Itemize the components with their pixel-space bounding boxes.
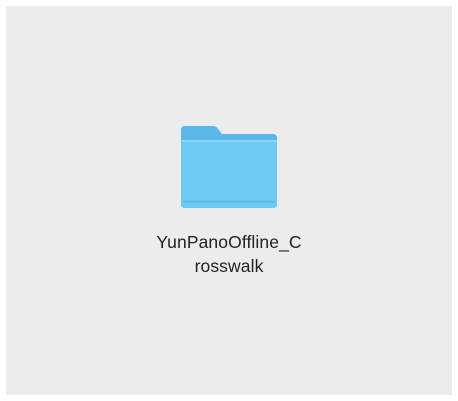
folder-icon[interactable] [175,120,283,212]
finder-icon-view: YunPanoOffline_C rosswalk [6,6,452,395]
folder-name[interactable]: YunPanoOffline_C rosswalk [119,230,339,278]
folder-item[interactable]: YunPanoOffline_C rosswalk [119,114,339,304]
folder-name-line-2: rosswalk [194,256,264,276]
folder-name-line-1: YunPanoOffline_C [156,232,302,252]
